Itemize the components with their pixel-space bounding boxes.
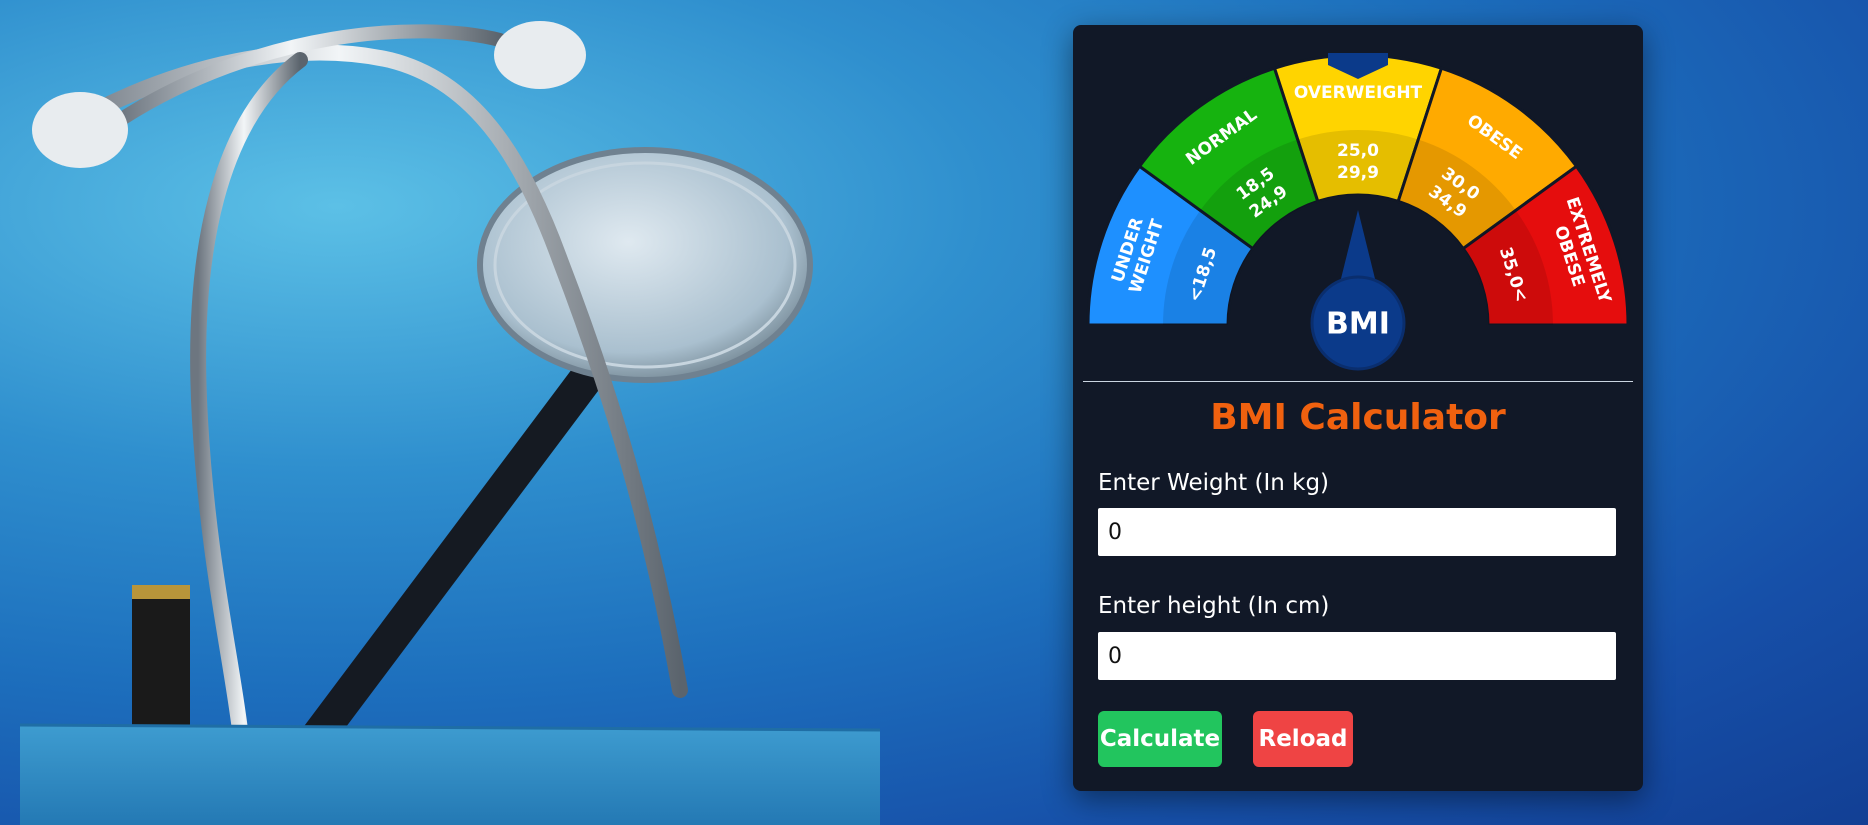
height-label: Enter height (In cm) (1098, 593, 1330, 619)
gauge-bmi-label: BMI (1326, 307, 1390, 342)
height-input[interactable] (1098, 632, 1616, 680)
calculate-button[interactable]: Calculate (1098, 711, 1222, 767)
gauge-range-label: 25,0 (1337, 141, 1379, 161)
calculator-title: BMI Calculator (1210, 397, 1506, 438)
weight-label: Enter Weight (In kg) (1098, 470, 1330, 496)
weight-input[interactable] (1098, 508, 1616, 556)
bmi-gauge: UNDERWEIGHT <18,5NORMAL18,524,9OVERWEIGHT… (1086, 53, 1630, 371)
bmi-calculator-card: UNDER WEIGHT <18,5 NORMAL 18,5 24,9 OVERWEIGHT… (1073, 25, 1643, 791)
divider (1083, 381, 1633, 382)
gauge-range-label: 29,9 (1337, 163, 1379, 183)
gauge-category-label: OVERWEIGHT (1294, 83, 1423, 103)
reload-button[interactable]: Reload (1253, 711, 1353, 767)
